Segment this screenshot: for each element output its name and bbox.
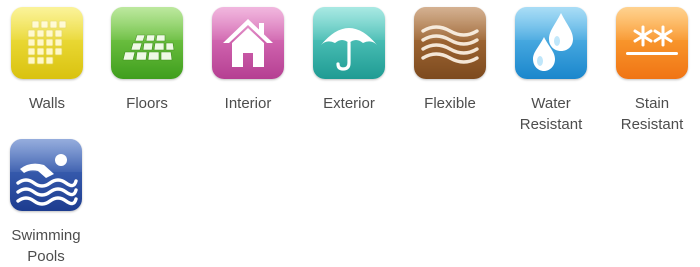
- feature-label: Flexible: [424, 93, 476, 114]
- feature-label: Water Resistant: [520, 93, 583, 135]
- feature-stain-resistant: Stain Resistant: [602, 7, 700, 135]
- house-icon: [212, 7, 284, 79]
- feature-label: Stain Resistant: [621, 93, 684, 135]
- feature-swimming-pools: Swimming Pools: [0, 139, 96, 267]
- feature-interior: Interior: [198, 7, 298, 114]
- label-line: Resistant: [620, 116, 684, 133]
- asterisks-icon: [616, 7, 688, 79]
- feature-water-resistant: Water Resistant: [501, 7, 601, 135]
- label-line: Flexible: [424, 95, 476, 112]
- feature-walls: Walls: [0, 7, 97, 114]
- feature-label: Swimming Pools: [11, 225, 80, 267]
- feature-label: Exterior: [323, 93, 375, 114]
- floor-tiles-icon: [111, 7, 183, 79]
- water-drops-icon: [515, 7, 587, 79]
- label-line: Exterior: [323, 95, 375, 112]
- feature-exterior: Exterior: [299, 7, 399, 114]
- label-line: Water: [531, 95, 571, 112]
- feature-floors: Floors: [97, 7, 197, 114]
- label-line: Pools: [27, 248, 65, 265]
- label-line: Resistant: [519, 116, 583, 133]
- feature-label: Walls: [29, 93, 65, 114]
- label-line: Swimming: [11, 227, 81, 244]
- feature-flexible: Flexible: [400, 7, 500, 114]
- wall-tiles-icon: [11, 7, 83, 79]
- feature-label: Interior: [225, 93, 272, 114]
- waves-icon: [414, 7, 486, 79]
- umbrella-icon: [313, 7, 385, 79]
- label-line: Walls: [28, 95, 66, 112]
- label-line: Interior: [224, 95, 272, 112]
- swimmer-icon: [10, 139, 82, 211]
- feature-label: Floors: [126, 93, 168, 114]
- label-line: Floors: [126, 95, 168, 112]
- label-line: Stain: [634, 95, 670, 112]
